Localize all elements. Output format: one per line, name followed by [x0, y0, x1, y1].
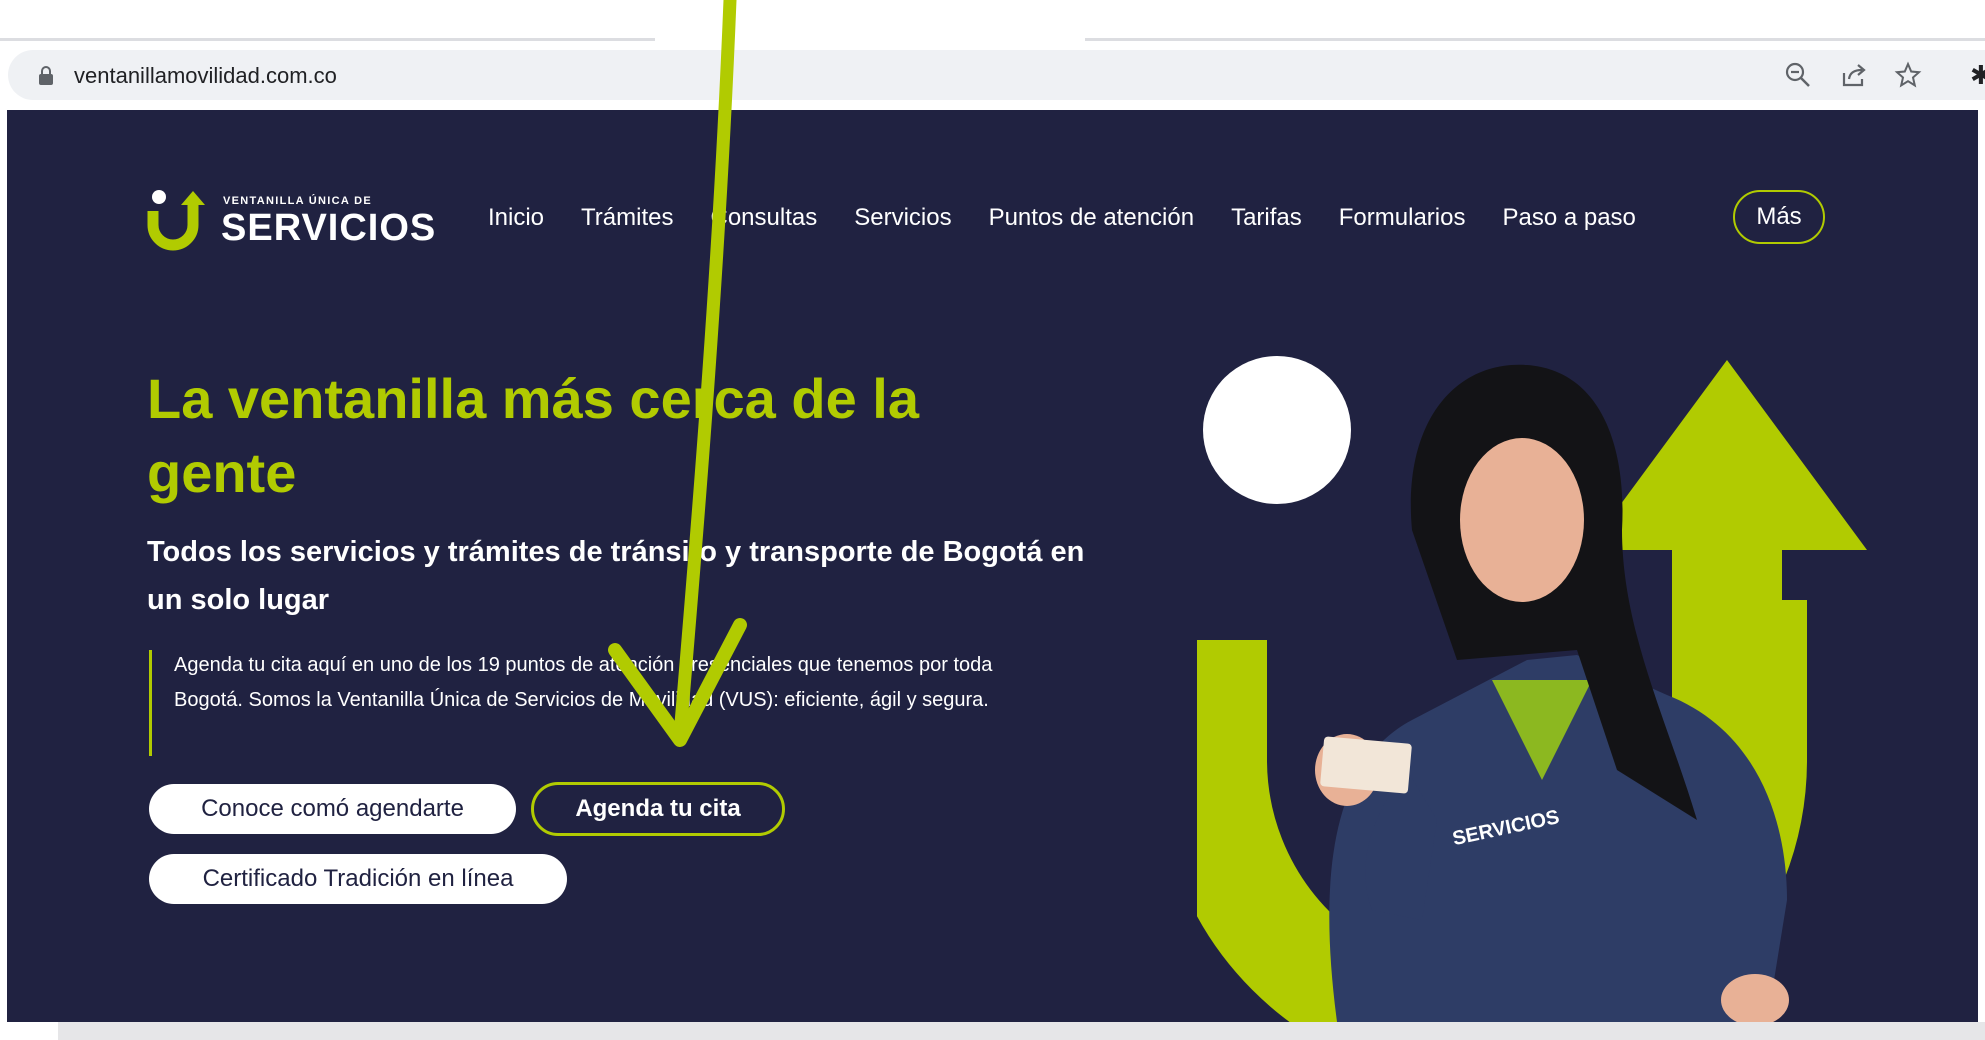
tab-strip-line — [1085, 38, 1985, 41]
nav-item-consultas[interactable]: Consultas — [710, 204, 817, 232]
more-button[interactable]: Más — [1733, 190, 1825, 244]
page-bottom-strip — [58, 1022, 1985, 1040]
nav-item-inicio[interactable]: Inicio — [488, 204, 544, 232]
nav-item-servicios[interactable]: Servicios — [854, 204, 951, 232]
description-accent-bar — [149, 650, 152, 756]
lock-icon[interactable] — [38, 66, 54, 86]
star-icon[interactable] — [1894, 61, 1922, 89]
address-bar[interactable]: ventanillamovilidad.com.co ✱ — [8, 50, 1985, 100]
logo-title: SERVICIOS — [221, 207, 437, 249]
hero-section: VENTANILLA ÚNICA DE SERVICIOS Inicio Trá… — [7, 110, 1978, 1022]
url-text[interactable]: ventanillamovilidad.com.co — [74, 63, 337, 89]
extensions-icon[interactable]: ✱ — [1970, 60, 1985, 91]
how-to-book-button[interactable]: Conoce comó agendarte — [149, 784, 516, 834]
tab-strip-line — [0, 38, 655, 41]
nav-item-paso-a-paso[interactable]: Paso a paso — [1502, 204, 1635, 232]
book-appointment-button[interactable]: Agenda tu cita — [531, 782, 785, 836]
nav-item-tarifas[interactable]: Tarifas — [1231, 204, 1302, 232]
nav-item-formularios[interactable]: Formularios — [1339, 204, 1466, 232]
certificate-button[interactable]: Certificado Tradición en línea — [149, 854, 567, 904]
nav-item-tramites[interactable]: Trámites — [581, 204, 673, 232]
share-icon[interactable] — [1840, 61, 1868, 89]
hero-title: La ventanilla más cerca de la gente — [147, 367, 919, 504]
logo-subtitle: VENTANILLA ÚNICA DE — [223, 195, 372, 207]
hero-description: Agenda tu cita aquí en uno de los 19 pun… — [174, 654, 993, 711]
hero-subtitle: Todos los servicios y trámites de tránsi… — [147, 536, 1085, 616]
hero-illustration: SERVICIOS — [1197, 356, 1867, 1022]
zoom-out-icon[interactable] — [1784, 61, 1812, 89]
nav-item-puntos-de-atencion[interactable]: Puntos de atención — [989, 204, 1195, 232]
main-nav: Inicio Trámites Consultas Servicios Punt… — [488, 204, 1673, 232]
